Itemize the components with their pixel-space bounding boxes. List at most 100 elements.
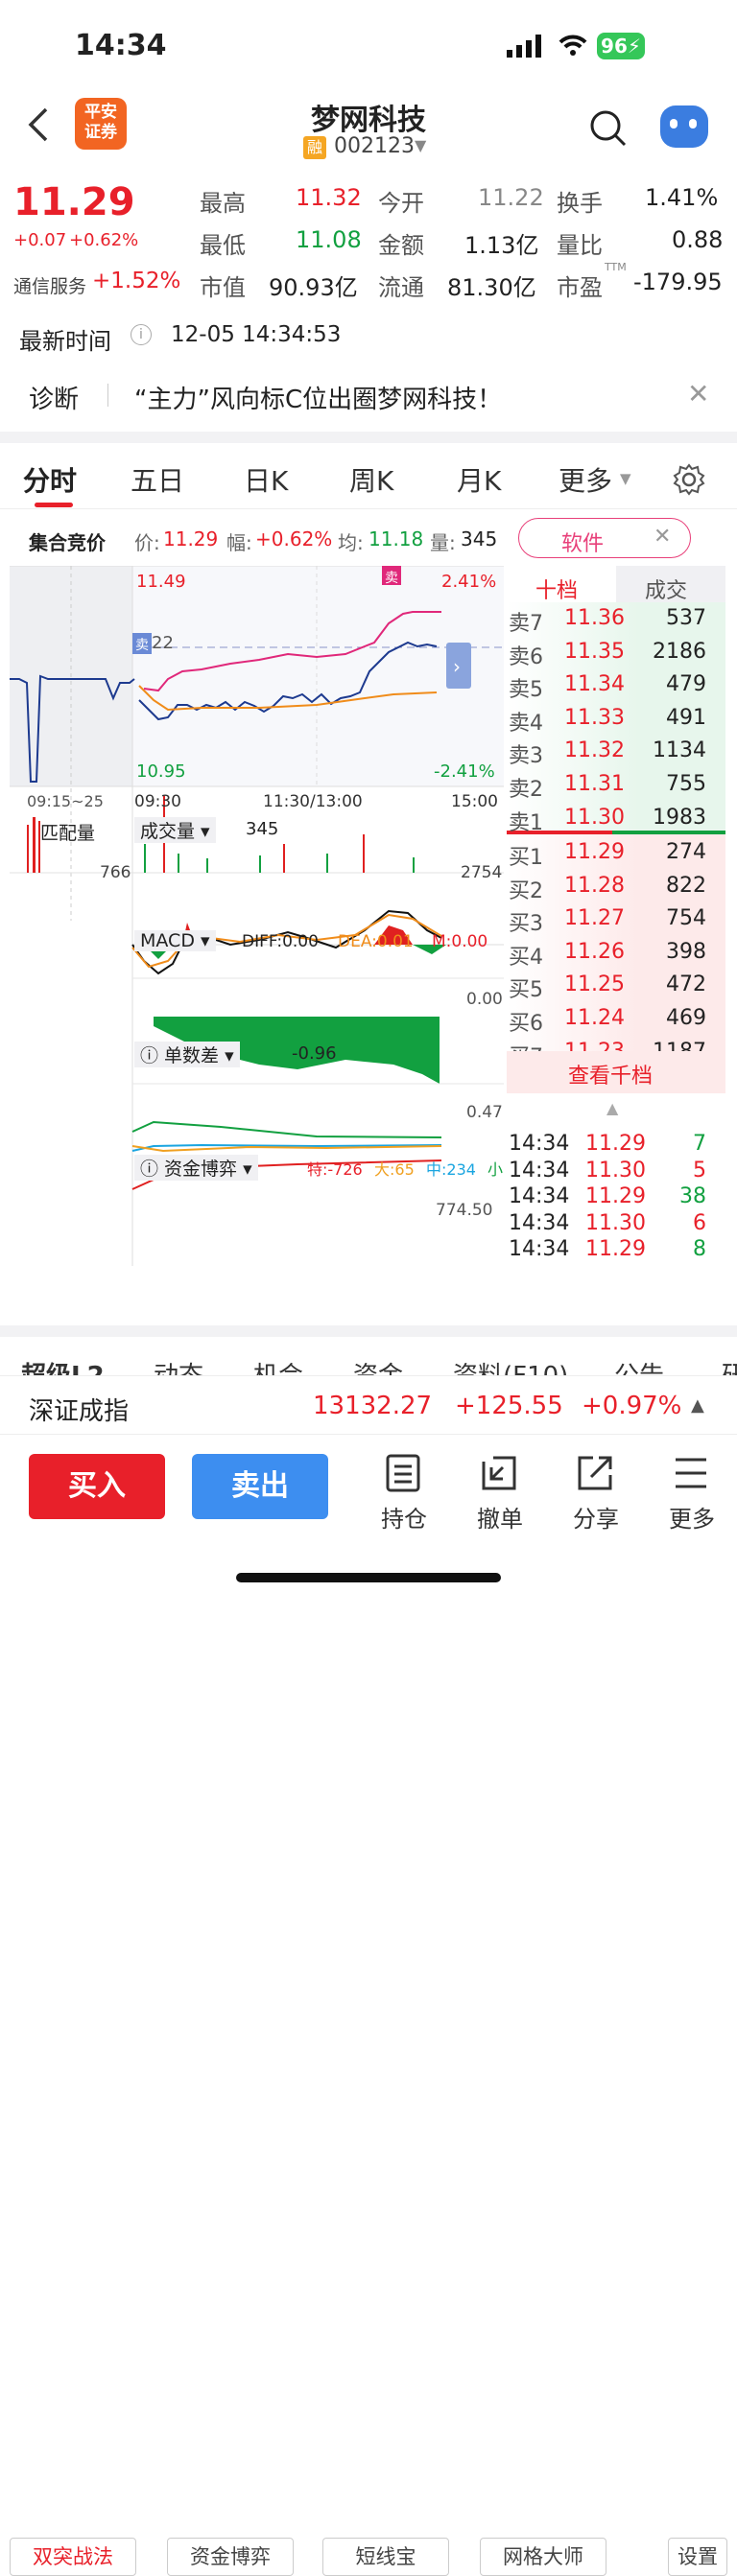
tab-f10[interactable]: 资料(F10) [453, 1356, 568, 1375]
ask-row[interactable]: 卖3 11.32 1134 [507, 735, 725, 769]
ask-price: 11.34 [564, 672, 625, 697]
price-change-pct: +0.62% [69, 230, 139, 250]
holdings-label[interactable]: 持仓 [370, 1500, 438, 1534]
tab-dynamics[interactable]: 动态 [154, 1356, 203, 1375]
tab-trades[interactable]: 成交 [645, 574, 687, 604]
ask-label: 卖3 [509, 744, 543, 769]
chart-ymax: 11.49 [136, 572, 186, 592]
time-open: 09:30 [134, 792, 181, 811]
tab-more[interactable]: 更多 [559, 460, 612, 499]
tab-five-day[interactable]: 五日 [131, 460, 184, 499]
tab-opportunity[interactable]: 机会 [253, 1356, 303, 1375]
tab-announcements[interactable]: 公告 [614, 1356, 664, 1375]
sell-button[interactable]: 卖出 [192, 1454, 328, 1519]
tab-funds[interactable]: 资金 [353, 1356, 403, 1375]
fund-medium: 中:234 [426, 1160, 476, 1179]
ask-volume: 755 [666, 772, 706, 796]
update-time-label: 最新时间 [19, 328, 111, 355]
index-change-pct: +0.97% [582, 1392, 682, 1420]
bid-row[interactable]: 买5 11.25 472 [507, 969, 725, 1003]
software-pill[interactable]: 软件 ✕ [518, 518, 691, 558]
chart-ymin: 10.95 [136, 761, 186, 782]
ask-row[interactable]: 卖7 11.36 537 [507, 602, 725, 636]
info-icon[interactable]: i [131, 324, 152, 345]
tab-ten-level[interactable]: 十档 [535, 574, 578, 604]
view-all-button[interactable]: 查看千档 [507, 1051, 725, 1093]
bid-label: 买5 [509, 978, 543, 1003]
info-tabs: 超级L2 动态 机会 资金 资料(F10) 公告 研 [0, 1337, 737, 1375]
settings-button[interactable]: 设置 [668, 2538, 727, 2576]
gear-icon[interactable] [672, 462, 706, 497]
ask-row[interactable]: 卖4 11.33 491 [507, 702, 725, 736]
book-tabs: 十档 成交 [507, 566, 725, 604]
fund-game-dropdown[interactable]: ⓘ 资金博弈 ▾ [134, 1155, 258, 1181]
buy-button[interactable]: 买入 [29, 1454, 165, 1519]
battery-level: 96 [601, 35, 628, 58]
grid-master-button[interactable]: 网格大师 [480, 2538, 606, 2576]
bid-row[interactable]: 买2 11.28 822 [507, 870, 725, 903]
order-diff-label: 单数差 [164, 1045, 220, 1066]
ask-row[interactable]: 卖5 11.34 479 [507, 668, 725, 702]
double-breakout-button[interactable]: 双突战法 [10, 2538, 136, 2576]
tab-research[interactable]: 研 [722, 1356, 737, 1375]
bid-row[interactable]: 买6 11.24 469 [507, 1002, 725, 1036]
ask-row[interactable]: 卖2 11.31 755 [507, 768, 725, 802]
tab-weekly[interactable]: 周K [349, 460, 393, 499]
sector-name[interactable]: 通信服务 [13, 272, 86, 298]
volume-dropdown[interactable]: 成交量 ▾ [134, 817, 216, 843]
bid-volume: 398 [666, 939, 706, 964]
macd-dropdown[interactable]: MACD ▾ [134, 930, 216, 951]
stock-code[interactable]: 002123 [334, 134, 415, 158]
tab-intraday[interactable]: 分时 [23, 460, 77, 499]
bid-volume: 472 [666, 972, 706, 997]
cancel-order-label[interactable]: 撤单 [466, 1500, 534, 1534]
share-icon[interactable] [576, 1454, 614, 1492]
tab-daily[interactable]: 日K [244, 460, 288, 499]
tab-monthly[interactable]: 月K [457, 460, 501, 499]
chevron-up-icon[interactable]: ▲ [691, 1395, 704, 1416]
chevron-down-icon[interactable]: ▼ [620, 470, 631, 487]
diagnosis-banner[interactable]: 诊断 “主力”风向标C位出圈梦网科技！ ✕ [0, 363, 737, 430]
tab-super-l2[interactable]: 超级L2 [21, 1356, 105, 1375]
share-label[interactable]: 分享 [562, 1500, 630, 1534]
close-icon[interactable]: ✕ [687, 378, 709, 410]
short-term-button[interactable]: 短线宝 [322, 2538, 449, 2576]
fund-game-button[interactable]: 资金博弈 [167, 2538, 294, 2576]
ask-price: 11.32 [564, 738, 625, 763]
more-label[interactable]: 更多 [658, 1500, 725, 1534]
robot-assistant-icon[interactable] [660, 105, 708, 148]
bid-label: 买3 [509, 912, 543, 937]
more-icon[interactable] [672, 1454, 710, 1492]
bid-row[interactable]: 买1 11.29 274 [507, 836, 725, 870]
update-time-value: 12-05 14:34:53 [171, 322, 342, 347]
bid-label: 买1 [509, 846, 543, 870]
bid-row[interactable]: 买3 11.27 754 [507, 902, 725, 937]
low-value: 11.08 [296, 226, 362, 253]
turnover-label: 换手 [557, 190, 603, 217]
bid-row[interactable]: 买4 11.26 398 [507, 936, 725, 970]
ask-volume: 1134 [653, 738, 706, 763]
ask-volume: 1983 [653, 805, 706, 830]
volume-max: 2754 [461, 863, 503, 882]
trade-price: 11.30 [585, 1158, 646, 1183]
status-bar: 14:34 96⚡ [0, 0, 737, 96]
order-diff-dropdown[interactable]: ⓘ 单数差 ▾ [134, 1042, 240, 1067]
cancel-order-icon[interactable] [480, 1454, 518, 1492]
pe-value: -179.95 [633, 269, 723, 295]
macd-diff: DIFF:0.00 [242, 932, 319, 951]
view-all-label: 查看千档 [568, 1065, 654, 1089]
ask-row[interactable]: 卖1 11.30 1983 [507, 802, 725, 835]
close-icon[interactable]: ✕ [654, 525, 671, 549]
index-bar[interactable]: 深证成指 13132.27 +125.55 +0.97% ▲ [0, 1375, 737, 1435]
holdings-icon[interactable] [384, 1454, 422, 1492]
divider [0, 508, 737, 509]
bid-price: 11.26 [564, 939, 625, 964]
chevron-up-icon[interactable]: ▲ [606, 1099, 618, 1117]
ask-price: 11.35 [564, 639, 625, 664]
diagnosis-text: “主力”风向标C位出圈梦网科技！ [134, 386, 503, 414]
last-price: 11.29 [13, 180, 135, 224]
chevron-down-icon[interactable]: ▼ [415, 136, 426, 154]
ask-row[interactable]: 卖6 11.35 2186 [507, 636, 725, 669]
search-icon[interactable] [589, 109, 628, 148]
trade-row[interactable]: 14:34 11.29 8 [507, 1233, 725, 1266]
